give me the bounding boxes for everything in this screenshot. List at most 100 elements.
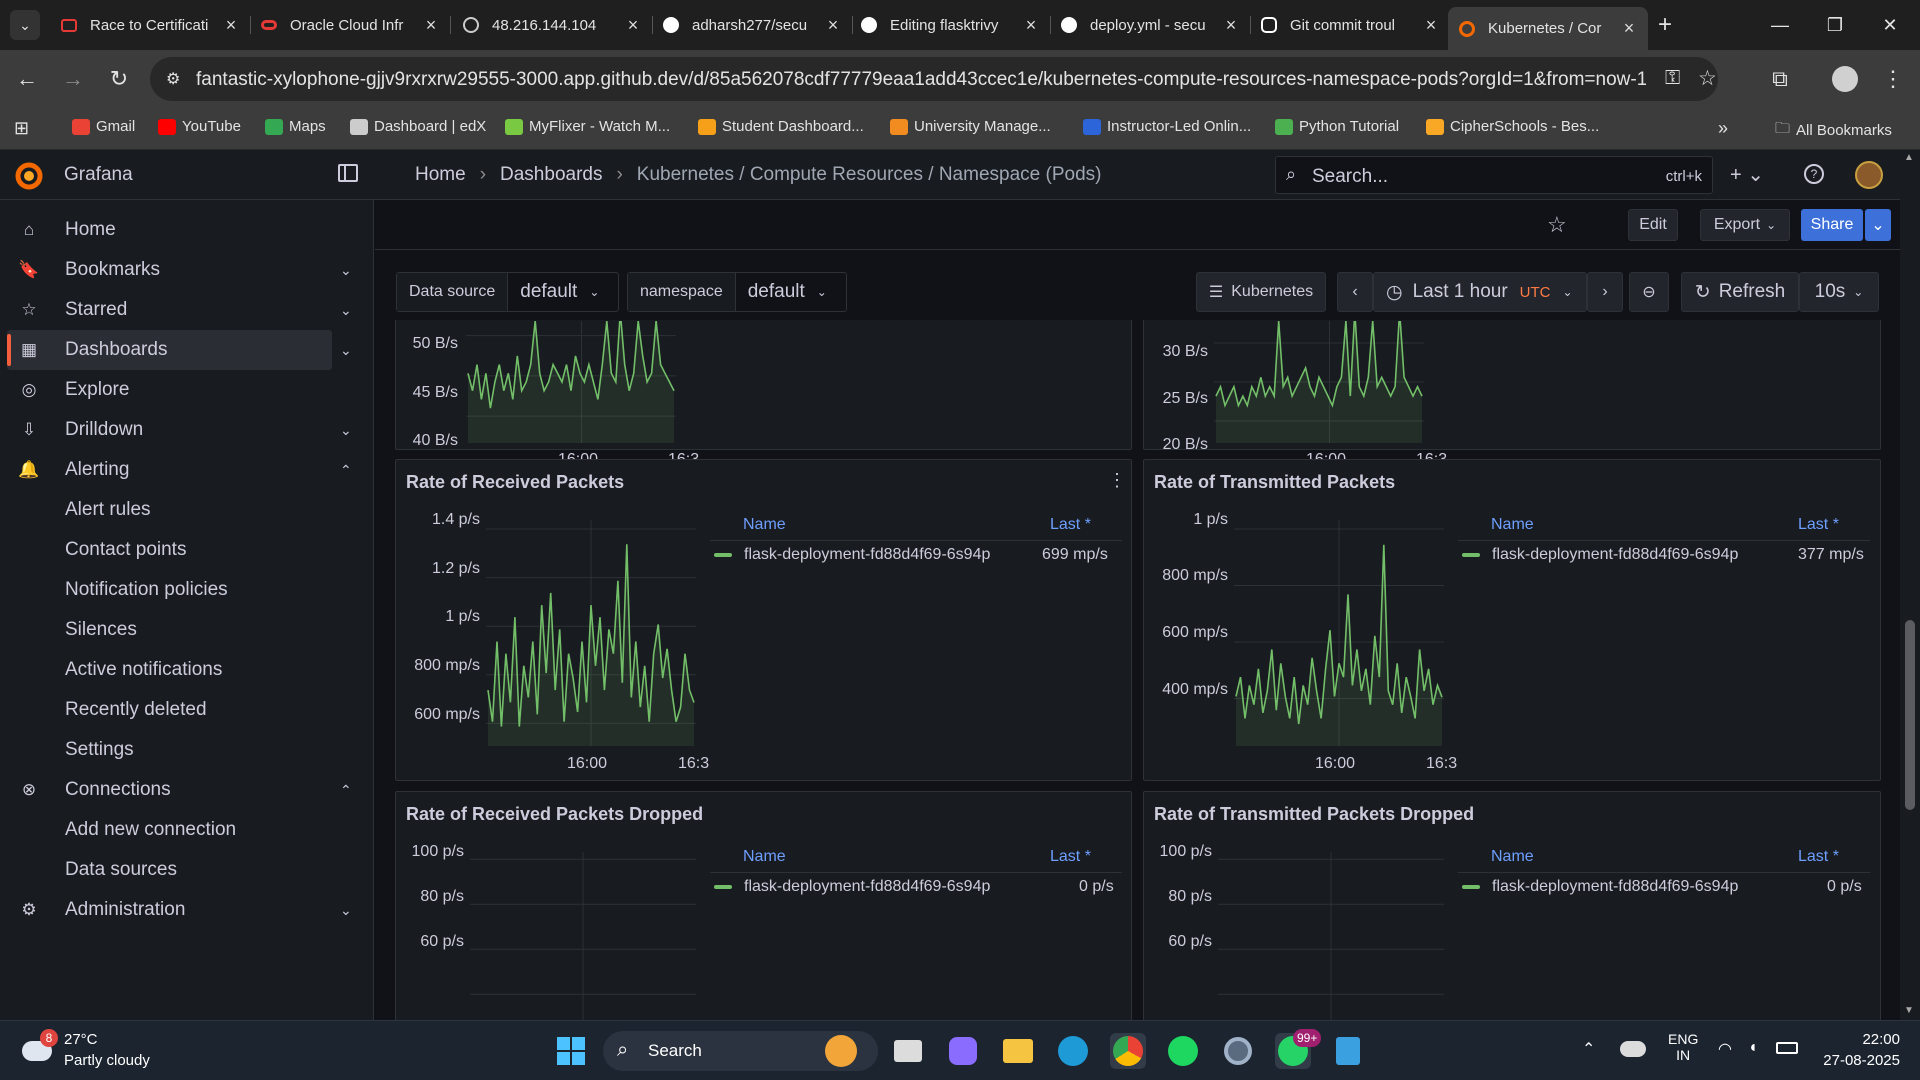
- close-tab-icon[interactable]: ×: [422, 15, 440, 36]
- more-menu-icon[interactable]: ⋮: [1878, 64, 1908, 94]
- sidebar-item-data-sources[interactable]: Data sources: [0, 850, 374, 890]
- bookmark-item[interactable]: CipherSchools - Bes...: [1426, 118, 1599, 135]
- omnibox[interactable]: ⚙ fantastic-xylophone-gjjv9rxrxrw29555-3…: [150, 57, 1718, 101]
- tab-search-button[interactable]: ⌄: [0, 8, 50, 42]
- spotify-icon[interactable]: [1165, 1033, 1201, 1069]
- star-dashboard-icon[interactable]: ☆: [1547, 212, 1567, 238]
- legend-series[interactable]: flask-deployment-fd88d4f69-6s94p: [1462, 546, 1738, 564]
- sidebar-item-explore[interactable]: ◎ Explore: [0, 370, 374, 410]
- site-info-icon[interactable]: ⚙: [166, 69, 180, 89]
- start-windows-icon[interactable]: [553, 1033, 589, 1069]
- bookmark-item[interactable]: Student Dashboard...: [698, 118, 864, 135]
- browser-tab[interactable]: 48.216.144.104 ×: [452, 8, 652, 42]
- new-plus-icon[interactable]: + ⌄: [1730, 162, 1764, 187]
- browser-tab[interactable]: adharsh277/secu ×: [652, 8, 852, 42]
- time-back-button[interactable]: ‹: [1337, 272, 1373, 312]
- legend-last-header[interactable]: Last *: [1050, 848, 1091, 866]
- whatsapp-icon[interactable]: 99+: [1275, 1029, 1322, 1069]
- legend-last-header[interactable]: Last *: [1798, 516, 1839, 534]
- legend-series[interactable]: flask-deployment-fd88d4f69-6s94p: [1462, 878, 1738, 896]
- more-bookmarks-icon[interactable]: »: [1718, 118, 1728, 139]
- share-dropdown-icon[interactable]: ⌄: [1865, 209, 1891, 241]
- legend-name-header[interactable]: Name: [1491, 848, 1534, 866]
- all-bookmarks-folder[interactable]: 🗀 All Bookmarks: [1775, 118, 1892, 143]
- sidebar-item-home[interactable]: ⌂ Home: [0, 210, 374, 250]
- onedrive-cloud-icon[interactable]: [1620, 1041, 1646, 1057]
- bookmark-item[interactable]: Python Tutorial: [1275, 118, 1399, 135]
- sidebar-item-administration[interactable]: ⚙ Administration ⌄: [0, 890, 374, 930]
- kubernetes-link-button[interactable]: ☰ Kubernetes: [1196, 272, 1326, 312]
- zoom-out-icon[interactable]: ⊖: [1629, 272, 1669, 312]
- battery-icon[interactable]: [1776, 1042, 1798, 1054]
- panel-tx-dropped[interactable]: Rate of Transmitted Packets Dropped 100 …: [1143, 791, 1881, 1020]
- scroll-down-icon[interactable]: ▼: [1904, 1005, 1914, 1016]
- bookmark-item[interactable]: YouTube: [158, 118, 241, 135]
- close-tab-icon[interactable]: ×: [1222, 15, 1240, 36]
- search-bar[interactable]: ⌕ Search... ctrl+k: [1275, 156, 1713, 194]
- scrollbar-thumb[interactable]: [1905, 620, 1915, 810]
- browser-tab[interactable]: Editing flasktrivy ×: [850, 8, 1050, 42]
- dock-menu-icon[interactable]: [338, 164, 358, 182]
- new-tab-button[interactable]: +: [1648, 8, 1678, 42]
- bookmark-item[interactable]: University Manage...: [890, 118, 1051, 135]
- key-icon[interactable]: ⚿: [1665, 67, 1680, 90]
- time-picker[interactable]: ◷ Last 1 hour UTC ⌄: [1373, 272, 1587, 312]
- bookmark-item[interactable]: Dashboard | edX: [350, 118, 486, 135]
- sidebar-item-alerting[interactable]: 🔔 Alerting ⌃: [0, 450, 374, 490]
- legend-name-header[interactable]: Name: [1491, 516, 1534, 534]
- bookmark-item[interactable]: Instructor-Led Onlin...: [1083, 118, 1251, 135]
- panel-rx-dropped[interactable]: Rate of Received Packets Dropped 100 p/s…: [395, 791, 1132, 1020]
- sidebar-item-connections[interactable]: ⊗ Connections ⌃: [0, 770, 374, 810]
- weather-widget[interactable]: 8: [22, 1029, 58, 1067]
- chevron-icon[interactable]: ⌄: [340, 262, 352, 279]
- chevron-icon[interactable]: ⌄: [340, 302, 352, 319]
- browser-tab[interactable]: deploy.yml - secu ×: [1050, 8, 1250, 42]
- close-tab-icon[interactable]: ×: [222, 15, 240, 36]
- sidebar-item-bookmarks[interactable]: 🔖 Bookmarks ⌄: [0, 250, 374, 290]
- chrome-icon[interactable]: [1110, 1033, 1146, 1069]
- sidebar-item-drilldown[interactable]: ⇩ Drilldown ⌄: [0, 410, 374, 450]
- legend-last-header[interactable]: Last *: [1798, 848, 1839, 866]
- panel-menu-icon[interactable]: ⋮: [1108, 470, 1126, 491]
- page-scrollbar[interactable]: ▲ ▼: [1900, 150, 1920, 1020]
- bookmark-item[interactable]: MyFlixer - Watch M...: [505, 118, 670, 135]
- wifi-icon[interactable]: ◠: [1718, 1039, 1732, 1059]
- breadcrumb-dashboards[interactable]: Dashboards: [500, 164, 602, 186]
- edit-button[interactable]: Edit: [1628, 209, 1678, 241]
- bookmark-item[interactable]: Maps: [265, 118, 326, 135]
- chevron-icon[interactable]: ⌃: [340, 782, 352, 799]
- task-view-icon[interactable]: [890, 1033, 926, 1069]
- close-tab-icon[interactable]: ×: [1022, 15, 1040, 36]
- browser-tab[interactable]: Race to Certificati ×: [50, 8, 250, 42]
- chevron-icon[interactable]: ⌄: [340, 422, 352, 439]
- url-text[interactable]: fantastic-xylophone-gjjv9rxrxrw29555-300…: [196, 69, 1646, 91]
- sidebar-item-dashboards[interactable]: ▦ Dashboards ⌄: [7, 330, 352, 370]
- taskbar-search[interactable]: ⌕ Search: [603, 1031, 878, 1071]
- scroll-up-icon[interactable]: ▲: [1904, 152, 1914, 163]
- help-icon[interactable]: ?: [1804, 164, 1824, 184]
- sidebar-item-starred[interactable]: ☆ Starred ⌄: [0, 290, 374, 330]
- namespace-value[interactable]: default ⌄: [736, 273, 846, 311]
- forward-icon[interactable]: →: [58, 64, 88, 94]
- notepad-icon[interactable]: [1330, 1033, 1366, 1069]
- sidebar-item-notification-policies[interactable]: Notification policies: [0, 570, 374, 610]
- restore-icon[interactable]: ❐: [1805, 0, 1865, 50]
- close-tab-icon[interactable]: ×: [1620, 18, 1638, 39]
- sidebar-item-add-new-connection[interactable]: Add new connection: [0, 810, 374, 850]
- sidebar-item-alert-rules[interactable]: Alert rules: [0, 490, 374, 530]
- datasource-value[interactable]: default ⌄: [508, 273, 618, 311]
- time-forward-button[interactable]: ›: [1587, 272, 1623, 312]
- profile-avatar[interactable]: [1830, 64, 1860, 94]
- export-button[interactable]: Export ⌄: [1700, 209, 1790, 241]
- chevron-icon[interactable]: ⌄: [340, 902, 352, 919]
- extensions-icon[interactable]: ⧉: [1765, 64, 1795, 94]
- sidebar-item-silences[interactable]: Silences: [0, 610, 374, 650]
- user-avatar[interactable]: [1855, 161, 1883, 189]
- close-tab-icon[interactable]: ×: [824, 15, 842, 36]
- sidebar-item-active-notifications[interactable]: Active notifications: [0, 650, 374, 690]
- legend-last-header[interactable]: Last *: [1050, 516, 1091, 534]
- legend-series[interactable]: flask-deployment-fd88d4f69-6s94p: [714, 546, 990, 564]
- refresh-interval-picker[interactable]: 10s ⌄: [1799, 272, 1879, 312]
- sidebar-item-contact-points[interactable]: Contact points: [0, 530, 374, 570]
- legend-name-header[interactable]: Name: [743, 516, 786, 534]
